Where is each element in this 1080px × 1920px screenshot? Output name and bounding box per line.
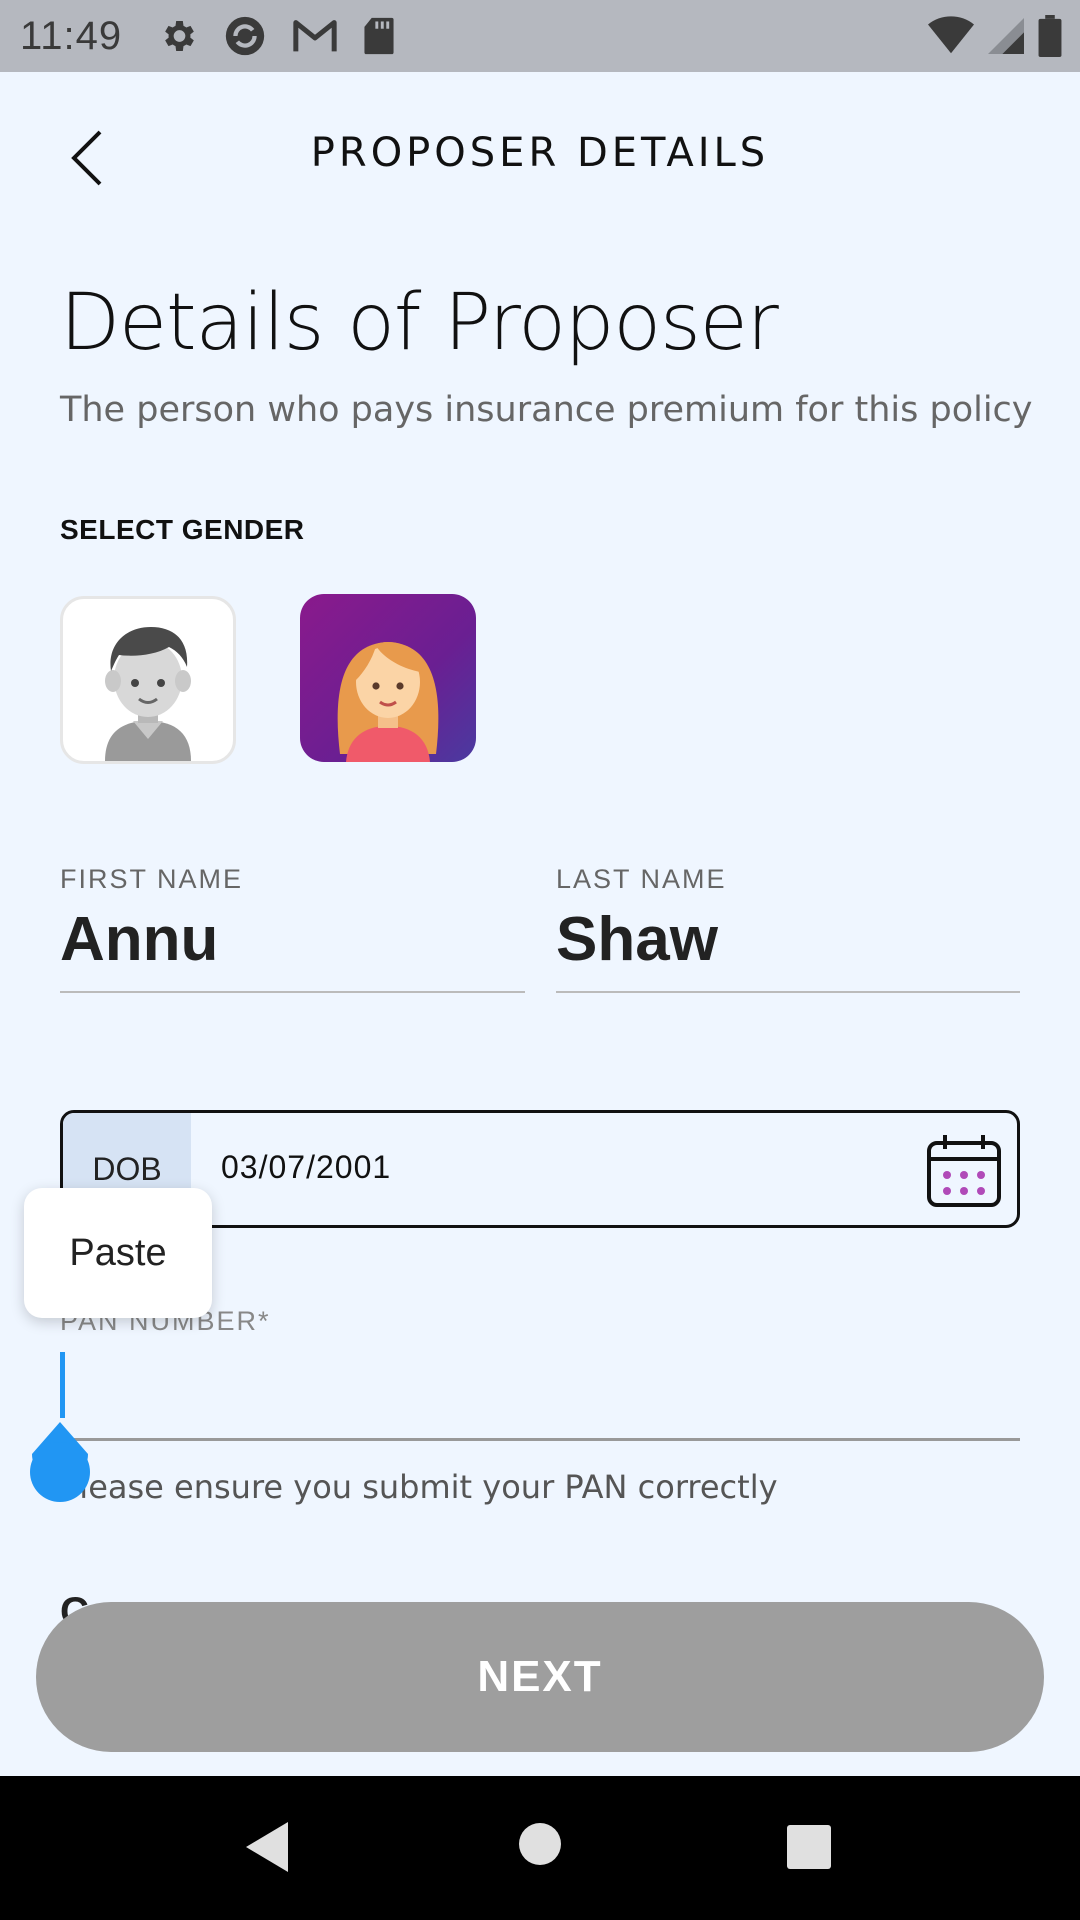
app-title: PROPOSER DETAILS bbox=[310, 130, 770, 176]
pan-helper-text: Please ensure you submit your PAN correc… bbox=[60, 1468, 778, 1506]
status-bar: 11:49 bbox=[0, 0, 1080, 72]
text-cursor bbox=[60, 1352, 65, 1418]
app-bar: PROPOSER DETAILS bbox=[0, 72, 1080, 240]
last-name-label: LAST NAME bbox=[556, 864, 727, 894]
first-name-label: FIRST NAME bbox=[60, 864, 244, 894]
male-avatar-icon bbox=[105, 627, 191, 761]
pan-underline bbox=[60, 1438, 1020, 1441]
nav-recents-icon[interactable] bbox=[786, 1824, 832, 1870]
dob-value: 03/07/2001 bbox=[221, 1149, 392, 1185]
pan-number-input[interactable] bbox=[60, 1348, 1020, 1440]
calendar-icon bbox=[927, 1135, 1001, 1207]
last-name-underline bbox=[556, 991, 1020, 993]
first-name-field[interactable]: Annu bbox=[60, 904, 218, 975]
sync-icon bbox=[225, 16, 265, 56]
page-subtitle: The person who pays insurance premium fo… bbox=[60, 390, 1033, 430]
female-avatar-icon bbox=[337, 642, 439, 762]
first-name-underline bbox=[60, 991, 525, 993]
signal-icon bbox=[988, 18, 1024, 54]
sd-card-icon bbox=[364, 17, 394, 55]
navigation-bar bbox=[0, 1776, 1080, 1920]
wifi-icon bbox=[928, 16, 974, 54]
select-gender-label: SELECT GENDER bbox=[60, 514, 305, 545]
gender-female-option[interactable] bbox=[300, 594, 476, 762]
calendar-button[interactable] bbox=[925, 1133, 1003, 1209]
status-time: 11:49 bbox=[20, 13, 123, 58]
cursor-handle-icon[interactable] bbox=[26, 1420, 94, 1502]
nav-back-icon[interactable] bbox=[244, 1820, 290, 1874]
battery-icon bbox=[1038, 15, 1062, 57]
gmail-icon bbox=[293, 20, 337, 52]
gear-icon bbox=[165, 21, 194, 51]
last-name-field[interactable]: Shaw bbox=[556, 904, 718, 975]
next-button[interactable]: NEXT bbox=[36, 1602, 1044, 1752]
paste-button[interactable]: Paste bbox=[24, 1188, 212, 1318]
gender-male-option[interactable] bbox=[60, 596, 236, 764]
nav-home-icon[interactable] bbox=[518, 1822, 562, 1866]
page-title: Details of Proposer bbox=[60, 278, 779, 368]
